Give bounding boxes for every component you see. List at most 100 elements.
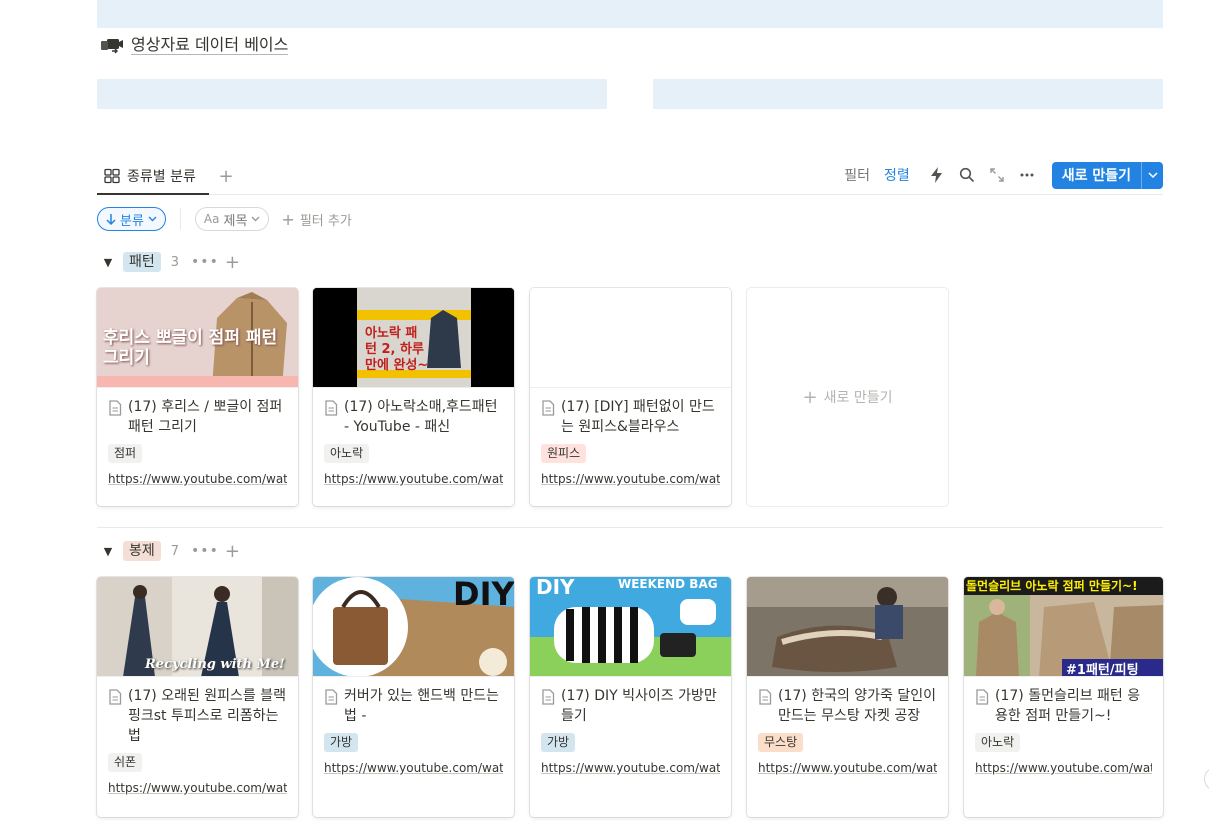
view-toolbar: 필터 정렬 새로 만들기 bbox=[844, 161, 1163, 189]
card-thumbnail bbox=[747, 577, 948, 677]
title-property-chip[interactable]: Aa 제목 bbox=[194, 207, 270, 231]
card[interactable]: DIY 커버가 있는 핸드백 만드는 법 - 가방 https://www.yo… bbox=[313, 577, 514, 817]
card[interactable]: DIY WEEKEND BAG (17) DIY 빅사이즈 가방만들기 가방 h… bbox=[530, 577, 731, 817]
card-url[interactable]: https://www.youtube.com/watch?v= bbox=[758, 761, 937, 775]
card[interactable]: (17) 한국의 양가죽 달인이 만드는 무스탕 자켓 공장 무스탕 https… bbox=[747, 577, 948, 817]
search-icon bbox=[959, 167, 974, 183]
card-title: (17) 돌먼슬리브 패턴 응용한 점퍼 만들기~! bbox=[995, 688, 1141, 724]
card[interactable]: 후리스 뽀글이 점퍼 패턴 그리기 (17) 후리스 / 뽀글이 점퍼 패턴 그… bbox=[97, 288, 298, 506]
card-title: (17) 한국의 양가죽 달인이 만드는 무스탕 자켓 공장 bbox=[778, 688, 937, 724]
new-card-button[interactable]: + 새로 만들기 bbox=[747, 288, 948, 506]
card[interactable]: 아노락 패턴 2, 하루만에 완성~ (17) 아노락소매,후드패턴 - You… bbox=[313, 288, 514, 506]
group-label: 봉제 bbox=[123, 541, 161, 561]
lightning-icon bbox=[930, 167, 942, 183]
card-thumbnail: 돌먼슬리브 아노락 점퍼 만들기~! #1패턴/피팅 bbox=[964, 577, 1163, 677]
document-icon bbox=[759, 689, 772, 705]
card-url[interactable]: https://www.youtube.com/watch?v= bbox=[975, 761, 1152, 775]
card-url[interactable]: https://www.youtube.com/watch?v= bbox=[541, 472, 720, 486]
card-body: (17) 후리스 / 뽀글이 점퍼 패턴 그리기 점퍼 https://www.… bbox=[97, 388, 298, 486]
group-header-sewing: ▼ 봉제 7 ••• + bbox=[97, 539, 240, 563]
card-title-row: (17) 돌먼슬리브 패턴 응용한 점퍼 만들기~! bbox=[975, 686, 1152, 726]
add-filter-button[interactable]: + 필터 추가 bbox=[281, 210, 351, 229]
filter-button[interactable]: 필터 bbox=[844, 165, 870, 185]
sort-chip-label: 분류 bbox=[120, 213, 144, 229]
sort-chip[interactable]: 분류 bbox=[97, 207, 166, 231]
new-item-button[interactable]: 새로 만들기 bbox=[1051, 161, 1163, 189]
card-title-row: 커버가 있는 핸드백 만드는 법 - bbox=[324, 686, 503, 726]
card-url[interactable]: https://www.youtube.com/watch?v= bbox=[324, 761, 503, 775]
thumbnail-caption-pattern: #1패턴/피팅 bbox=[1066, 663, 1139, 677]
card-title: (17) 오래된 원피스를 블랙핑크st 투피스로 리폼하는 법 bbox=[128, 688, 287, 744]
card-tag: 원피스 bbox=[541, 444, 587, 463]
card-tag: 가방 bbox=[324, 733, 359, 752]
card-thumbnail: DIY WEEKEND BAG bbox=[530, 577, 731, 677]
filter-row: 분류 Aa 제목 + 필터 추가 bbox=[97, 206, 352, 232]
card-thumbnail: 후리스 뽀글이 점퍼 패턴 그리기 bbox=[97, 288, 298, 388]
card[interactable]: Recycling with Me! (17) 오래된 원피스를 블랙핑크st … bbox=[97, 577, 298, 817]
board-view-icon bbox=[104, 168, 120, 183]
card[interactable]: 돌먼슬리브 아노락 점퍼 만들기~! #1패턴/피팅 (17) 돌먼슬리브 패턴… bbox=[964, 577, 1163, 817]
chevron-down-icon bbox=[251, 216, 260, 222]
group-label: 패턴 bbox=[123, 252, 161, 272]
card-tag: 가방 bbox=[541, 733, 576, 752]
video-camera-icon bbox=[101, 39, 123, 54]
more-options-button[interactable] bbox=[1014, 162, 1040, 188]
thumbnail-caption: 아노락 패턴 2, 하루만에 완성~ bbox=[365, 326, 429, 373]
sort-button[interactable]: 정렬 bbox=[884, 165, 910, 185]
card-thumbnail: DIY bbox=[313, 577, 514, 677]
card-body: (17) 돌먼슬리브 패턴 응용한 점퍼 만들기~! 아노락 https://w… bbox=[964, 677, 1163, 775]
card-title-row: (17) DIY 빅사이즈 가방만들기 bbox=[541, 686, 720, 726]
card-body: 커버가 있는 핸드백 만드는 법 - 가방 https://www.youtub… bbox=[313, 677, 514, 775]
card-url[interactable]: https://www.youtube.com/watch?v= bbox=[324, 472, 503, 486]
chevron-down-icon bbox=[148, 216, 157, 222]
card-url[interactable]: https://www.youtube.com/watch?v= bbox=[541, 761, 720, 775]
title-property-label: 제목 bbox=[223, 213, 248, 229]
group-add-icon[interactable]: + bbox=[225, 541, 240, 562]
group-toggle-icon[interactable]: ▼ bbox=[97, 256, 119, 269]
plus-icon: + bbox=[802, 386, 818, 408]
arrow-down-icon bbox=[106, 214, 116, 225]
group-more-icon[interactable]: ••• bbox=[191, 254, 219, 270]
new-item-label[interactable]: 새로 만들기 bbox=[1052, 162, 1141, 189]
card-title: (17) DIY 빅사이즈 가방만들기 bbox=[561, 688, 717, 724]
document-icon bbox=[976, 689, 989, 705]
card[interactable]: (17) [DIY] 패턴없이 만드는 원피스&블라우스 원피스 https:/… bbox=[530, 288, 731, 506]
tab-board-view-label: 종류별 분류 bbox=[127, 168, 196, 185]
document-icon bbox=[542, 689, 555, 705]
new-item-dropdown[interactable] bbox=[1141, 161, 1163, 189]
card-title: (17) 아노락소매,후드패턴 - YouTube - 패신 bbox=[344, 399, 498, 435]
card-title-row: (17) 오래된 원피스를 블랙핑크st 투피스로 리폼하는 법 bbox=[108, 686, 287, 746]
card-body: (17) 오래된 원피스를 블랙핑크st 투피스로 리폼하는 법 쉬폰 http… bbox=[97, 677, 298, 795]
expand-button[interactable] bbox=[984, 162, 1010, 188]
card-url[interactable]: https://www.youtube.com/watch?v= bbox=[108, 781, 287, 795]
thumbnail-caption: DIY bbox=[453, 577, 514, 613]
document-icon bbox=[109, 689, 122, 705]
card-url[interactable]: https://www.youtube.com/watch?v= bbox=[108, 472, 287, 486]
group-toggle-icon[interactable]: ▼ bbox=[97, 545, 119, 558]
group-add-icon[interactable]: + bbox=[225, 252, 240, 273]
tab-board-view[interactable]: 종류별 분류 bbox=[97, 158, 209, 195]
document-icon bbox=[542, 400, 555, 416]
text-property-icon: Aa bbox=[203, 212, 220, 226]
card-tag: 무스탕 bbox=[758, 733, 804, 752]
add-view-button[interactable]: + bbox=[215, 165, 237, 187]
group-header-pattern: ▼ 패턴 3 ••• + bbox=[97, 250, 240, 274]
thumbnail-caption: 돌먼슬리브 아노락 점퍼 만들기~! bbox=[966, 579, 1138, 593]
group-more-icon[interactable]: ••• bbox=[191, 543, 219, 559]
card-tag: 아노락 bbox=[324, 444, 370, 463]
chevron-down-icon bbox=[1147, 172, 1158, 178]
plus-icon: + bbox=[281, 209, 295, 229]
page-link-label: 영상자료 데이터 베이스 bbox=[131, 34, 289, 55]
automation-button[interactable] bbox=[924, 162, 950, 188]
search-button[interactable] bbox=[954, 162, 980, 188]
card-title-row: (17) 아노락소매,후드패턴 - YouTube - 패신 bbox=[324, 397, 503, 437]
card-thumbnail: 아노락 패턴 2, 하루만에 완성~ bbox=[313, 288, 514, 388]
expand-arrows-icon bbox=[990, 168, 1004, 182]
thumbnail-caption-diy: DIY bbox=[536, 577, 575, 599]
top-banner bbox=[97, 0, 1163, 28]
card-tag: 쉬폰 bbox=[108, 753, 143, 772]
thumbnail-caption: Recycling with Me! bbox=[145, 657, 285, 672]
card-title-row: (17) 한국의 양가죽 달인이 만드는 무스탕 자켓 공장 bbox=[758, 686, 937, 726]
scroll-right-button[interactable] bbox=[1204, 767, 1209, 791]
page-link-video-db[interactable]: 영상자료 데이터 베이스 bbox=[101, 34, 289, 55]
